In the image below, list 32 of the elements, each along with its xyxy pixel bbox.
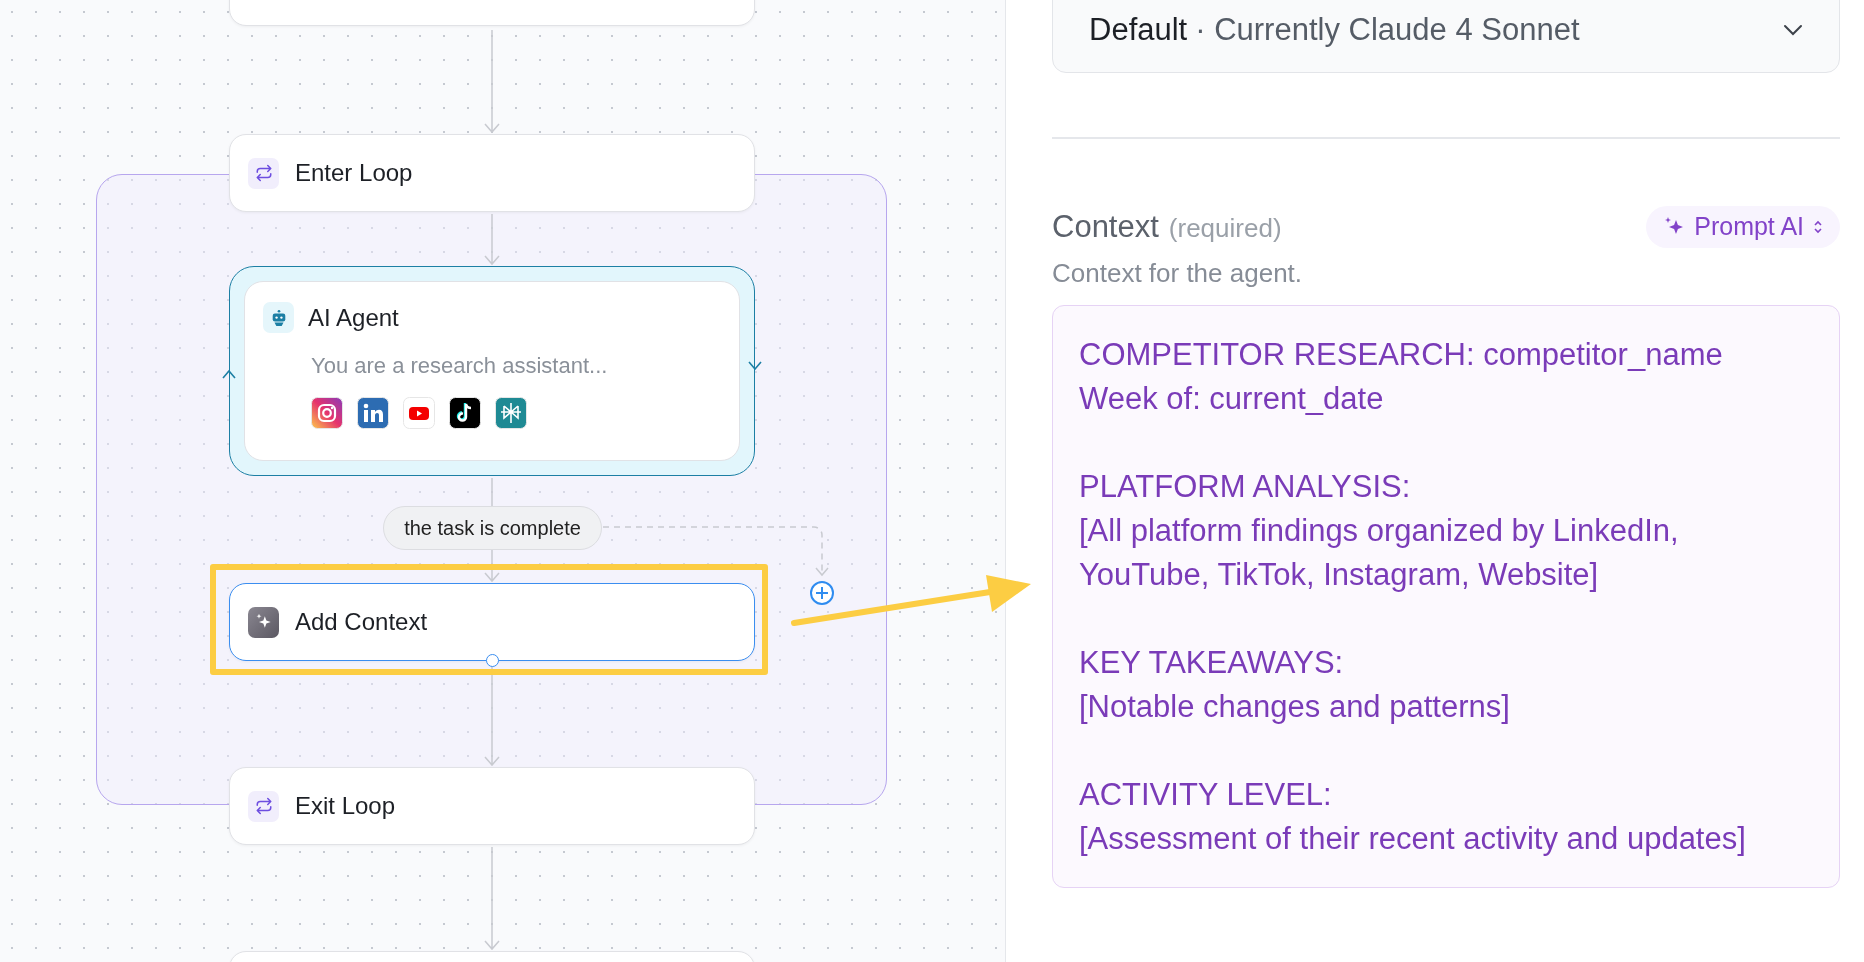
repeat-icon bbox=[254, 797, 273, 815]
connector-line bbox=[491, 477, 493, 507]
instagram-icon bbox=[311, 397, 343, 429]
node-title: AI Agent bbox=[308, 303, 399, 332]
node-title: Enter Loop bbox=[295, 159, 413, 187]
chevron-down-icon bbox=[1783, 24, 1803, 36]
star-knot-icon bbox=[495, 397, 527, 429]
context-node[interactable]: Add Context bbox=[229, 583, 755, 661]
model-select[interactable]: Default · Currently Claude 4 Sonnet bbox=[1052, 0, 1840, 73]
loop-node[interactable]: Exit Loop bbox=[229, 767, 755, 845]
agent-node[interactable]: AI Agent You are a research assistant... bbox=[229, 266, 755, 476]
condition-label: the task is complete bbox=[383, 506, 602, 550]
model-detail: · Currently Claude 4 Sonnet bbox=[1195, 12, 1581, 48]
linkedin-icon bbox=[357, 397, 389, 429]
field-description: Context for the agent. bbox=[1052, 257, 1304, 289]
loop-up-icon bbox=[222, 369, 236, 379]
required-note: (required) bbox=[1168, 212, 1282, 244]
connector-arrow bbox=[484, 213, 500, 266]
connector-arrow bbox=[484, 549, 500, 583]
loop-node[interactable]: Enter Loop bbox=[229, 134, 755, 212]
play-icon bbox=[403, 397, 435, 429]
add-step-icon[interactable] bbox=[810, 581, 834, 605]
model-value: Default bbox=[1089, 12, 1188, 48]
context-field[interactable]: COMPETITOR RESEARCH: competitor_name Week of: current_date PLATFORM ANALYSIS: [All platform findings organized by LinkedIn, YouTube, TikTok, Instagram, Website] KEY TAKEAWAYS: [Notable changes and patterns] ACTIVITY LEVEL: [Assessment of their recent activity and updates] bbox=[1052, 304, 1840, 888]
repeat-icon bbox=[254, 164, 273, 182]
music-note-icon bbox=[449, 397, 481, 429]
agent-prompt: You are a research assistant... bbox=[311, 353, 609, 379]
loop-down-icon bbox=[748, 361, 762, 371]
node-title: Exit Loop bbox=[295, 792, 396, 820]
field-label: Context bbox=[1052, 208, 1159, 245]
prompt-ai-button[interactable]: Prompt AI bbox=[1646, 205, 1840, 248]
node-title: Add Context bbox=[295, 608, 428, 636]
